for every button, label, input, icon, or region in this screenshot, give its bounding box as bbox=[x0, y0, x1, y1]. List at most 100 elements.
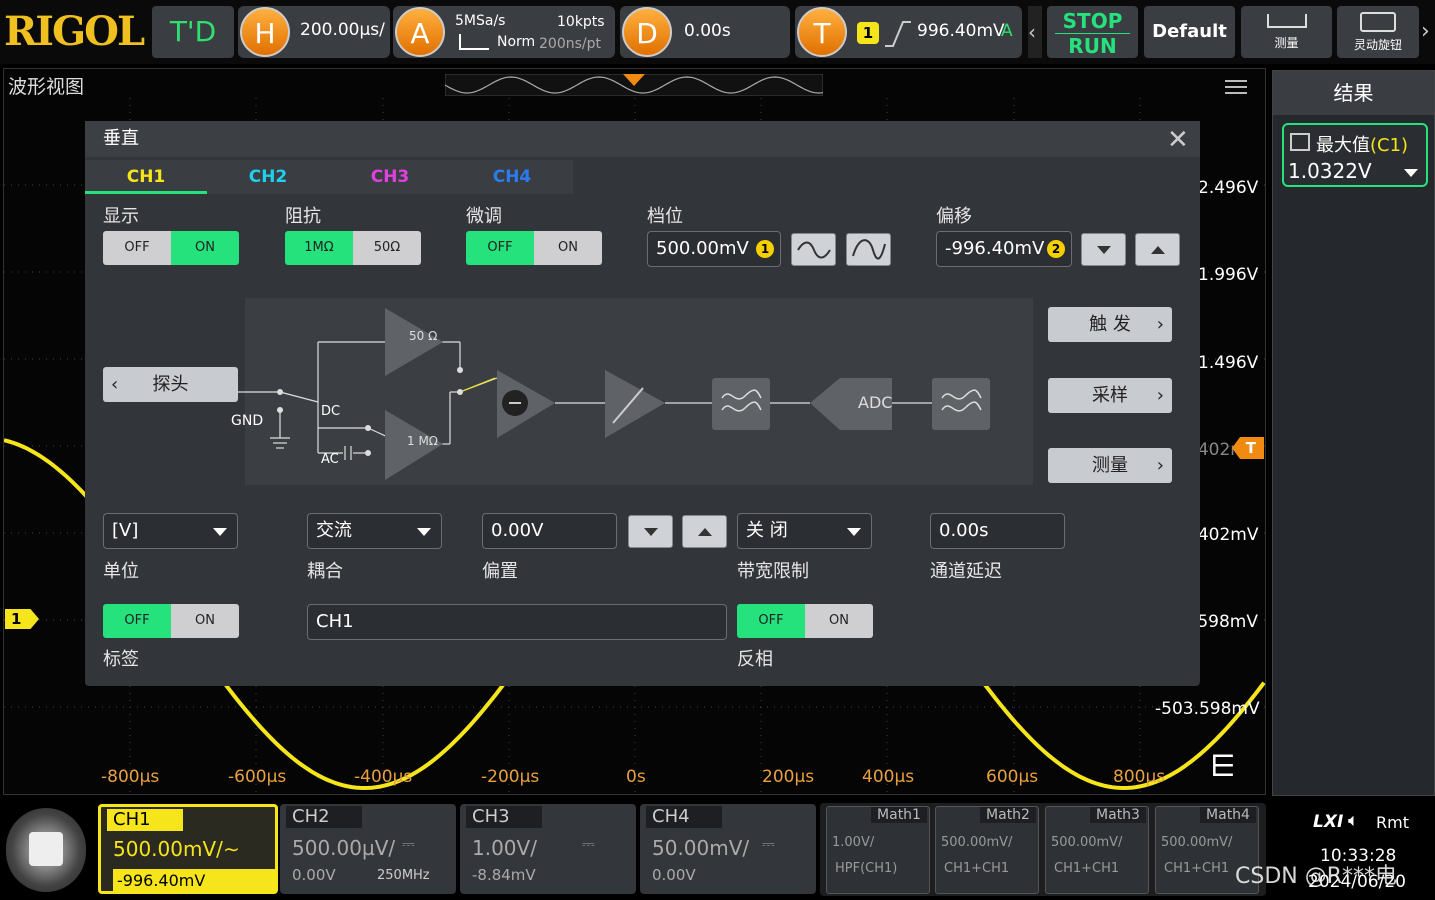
impedance-toggle[interactable]: 1MΩ 50Ω bbox=[285, 231, 421, 265]
speaker-muted-icon[interactable]: 🔈︎ bbox=[1348, 810, 1359, 831]
measure-button[interactable]: 测量 bbox=[1241, 6, 1332, 58]
ch3-name: CH3 bbox=[466, 806, 542, 828]
bandwidth-dropdown[interactable]: 关 闭 bbox=[737, 513, 872, 549]
trigger-nav-button[interactable]: 触 发 › bbox=[1048, 307, 1172, 342]
chevron-down-icon bbox=[213, 528, 227, 536]
display-label: 显示 bbox=[103, 206, 139, 227]
offset-input[interactable]: -996.40mV 2 bbox=[936, 231, 1072, 267]
menu-icon[interactable] bbox=[1225, 80, 1247, 94]
offset-label: 偏移 bbox=[936, 206, 972, 227]
math1-scale: 1.00V/ bbox=[832, 835, 875, 850]
ch4-name: CH4 bbox=[646, 806, 722, 828]
scroll-left-icon[interactable]: ‹ bbox=[1028, 6, 1042, 58]
math1-name: Math1 bbox=[871, 807, 927, 823]
signal-path-svg bbox=[238, 308, 990, 480]
sampling-nav-label: 采样 bbox=[1092, 385, 1128, 406]
result-item-value: 1.0322V bbox=[1288, 159, 1372, 183]
measure-nav-label: 测量 bbox=[1092, 455, 1128, 476]
ac-text: AC bbox=[321, 452, 339, 467]
x-label: -800µs bbox=[101, 767, 160, 787]
close-icon[interactable]: ✕ bbox=[1167, 125, 1189, 155]
probe-label: 探头 bbox=[152, 374, 189, 395]
ch2-scale: 500.00µV/ bbox=[292, 836, 396, 860]
tag-off: OFF bbox=[103, 604, 171, 638]
math3-box[interactable]: Math3 500.00mV/ CH1+CH1 bbox=[1045, 806, 1149, 894]
sampling-nav-button[interactable]: 采样 › bbox=[1048, 378, 1172, 413]
imp-1m: 1MΩ bbox=[285, 231, 353, 265]
ch2-bw: 250MHz bbox=[377, 868, 430, 883]
tab-ch2[interactable]: CH2 bbox=[207, 160, 329, 194]
y-label: -503.598mV bbox=[1155, 699, 1260, 719]
math1-box[interactable]: Math1 1.00V/ HPF(CH1) bbox=[826, 806, 930, 894]
ch4-scale: 50.00mV/ bbox=[652, 836, 750, 860]
adc-text: ADC bbox=[858, 393, 893, 412]
scale-coarse-button[interactable] bbox=[791, 233, 836, 266]
tag-input[interactable]: CH1 bbox=[307, 604, 727, 640]
math2-box[interactable]: Math2 500.00mV/ CH1+CH1 bbox=[935, 806, 1039, 894]
td-button[interactable]: T'D bbox=[152, 6, 234, 58]
math4-name: Math4 bbox=[1200, 807, 1256, 823]
tag-toggle[interactable]: OFF ON bbox=[103, 604, 239, 638]
channel-ch2-box[interactable]: CH2 500.00µV/ ⎓ 0.00V 250MHz bbox=[280, 804, 456, 894]
knob1-badge: 1 bbox=[756, 240, 774, 258]
invert-toggle[interactable]: OFF ON bbox=[737, 604, 873, 638]
dialog-title: 垂直 bbox=[85, 121, 1200, 157]
probe-button[interactable]: ‹ 探头 bbox=[103, 367, 238, 402]
lxi-logo: LXI bbox=[1313, 812, 1344, 832]
result-item[interactable]: 最大值(C1) 1.0322V bbox=[1282, 123, 1428, 187]
channel-ch4-box[interactable]: CH4 50.00mV/ ⎓ 0.00V bbox=[640, 804, 816, 894]
top-bar: RIGOL T'D 200.00µs/ H 5MSa/s 10kpts Norm… bbox=[0, 0, 1435, 64]
delay-value: 0.00s bbox=[684, 21, 731, 41]
display-toggle[interactable]: OFF ON bbox=[103, 231, 239, 265]
chevron-down-icon bbox=[417, 528, 431, 536]
stop-run-button[interactable]: STOP RUN bbox=[1047, 6, 1138, 58]
gnd-text: GND bbox=[231, 413, 264, 429]
default-button[interactable]: Default bbox=[1144, 6, 1235, 58]
arrow-up-icon bbox=[697, 528, 712, 536]
expand-menu-icon[interactable]: ⋿ bbox=[1210, 752, 1236, 782]
memory-overview[interactable] bbox=[445, 74, 823, 96]
tag-label: 标签 bbox=[103, 649, 139, 670]
bandwidth-label: 带宽限制 bbox=[737, 561, 809, 582]
bias-input[interactable]: 0.00V bbox=[482, 513, 617, 549]
ch1-offset: -996.40mV bbox=[113, 869, 275, 893]
measure-item-icon bbox=[1290, 133, 1310, 151]
unit-dropdown[interactable]: [V] bbox=[103, 513, 238, 549]
scale-input[interactable]: 500.00mV 1 bbox=[647, 231, 781, 267]
channel-ch1-box[interactable]: CH1 500.00mV/ ∼ -996.40mV bbox=[98, 804, 278, 894]
offset-down-button[interactable] bbox=[1081, 233, 1126, 266]
ch2-name: CH2 bbox=[286, 806, 362, 828]
tab-ch3[interactable]: CH3 bbox=[329, 160, 451, 194]
wave-coarse-icon bbox=[797, 241, 831, 259]
tab-ch4[interactable]: CH4 bbox=[451, 160, 573, 194]
ch3-scale: 1.00V/ bbox=[472, 836, 537, 860]
ch1-scale: 500.00mV/ bbox=[113, 837, 223, 861]
d-badge: D bbox=[622, 7, 672, 57]
r50-text: 50 Ω bbox=[409, 329, 438, 343]
bias-down-button[interactable] bbox=[628, 515, 673, 548]
chevron-right-icon: › bbox=[1156, 314, 1164, 335]
trigger-mode: A bbox=[1001, 21, 1013, 41]
channel-ch3-box[interactable]: CH3 1.00V/ ⎓ -8.84mV bbox=[460, 804, 636, 894]
math3-scale: 500.00mV/ bbox=[1051, 835, 1123, 850]
chevron-down-icon[interactable] bbox=[1404, 169, 1418, 177]
channel-delay-input[interactable]: 0.00s bbox=[930, 513, 1065, 549]
display-on: ON bbox=[171, 231, 239, 265]
knob-button[interactable]: 灵动旋钮 bbox=[1337, 6, 1419, 58]
fine-toggle[interactable]: OFF ON bbox=[466, 231, 602, 265]
coupling-dropdown[interactable]: 交流 bbox=[307, 513, 442, 549]
chevron-down-icon bbox=[847, 528, 861, 536]
trigger-level: 996.40mV bbox=[917, 21, 1005, 41]
math4-scale: 500.00mV/ bbox=[1161, 835, 1233, 850]
unit-value: [V] bbox=[112, 520, 139, 541]
bias-up-button[interactable] bbox=[682, 515, 727, 548]
offset-up-button[interactable] bbox=[1135, 233, 1180, 266]
measure-nav-button[interactable]: 测量 › bbox=[1048, 448, 1172, 483]
tab-ch1[interactable]: CH1 bbox=[85, 160, 207, 194]
gear-icon[interactable] bbox=[6, 808, 86, 892]
arrow-down-icon bbox=[1096, 246, 1111, 254]
wave-fine-icon bbox=[852, 239, 886, 260]
scale-fine-button[interactable] bbox=[846, 233, 891, 266]
x-label: 200µs bbox=[762, 767, 815, 787]
scroll-right-icon[interactable]: › bbox=[1421, 6, 1435, 58]
